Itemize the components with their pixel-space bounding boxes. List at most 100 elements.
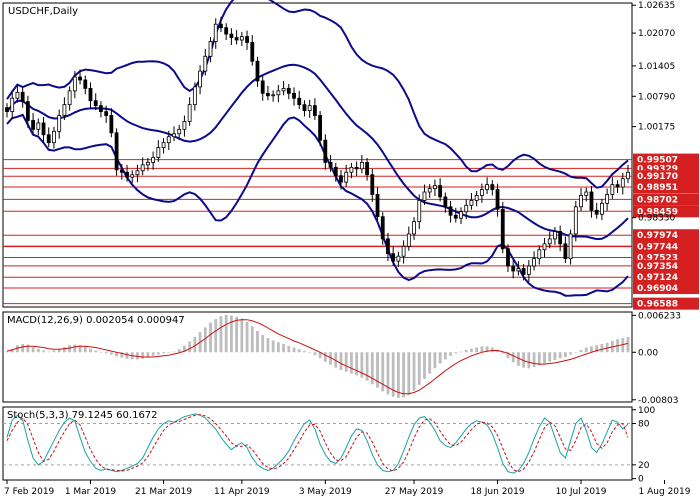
candle-body-5	[31, 120, 35, 130]
candle-body-57	[302, 104, 307, 111]
macd-bar-87	[459, 351, 463, 353]
candle-body-18	[99, 105, 103, 112]
candle-body-17	[93, 100, 98, 107]
macd-bar-16	[89, 348, 92, 353]
macd-bar-0	[5, 351, 9, 353]
macd-bar-23	[125, 352, 129, 359]
candle-body-54	[286, 87, 291, 94]
macd-bar-44	[235, 316, 239, 353]
candle-body-33	[177, 128, 182, 135]
candle-body-82	[433, 185, 437, 189]
candle-body-103	[542, 243, 547, 251]
candle-body-6	[36, 122, 41, 130]
candle-body-67	[354, 166, 359, 170]
macd-bar-20	[109, 352, 113, 355]
candle-body-83	[438, 185, 443, 198]
candle-body-61	[323, 139, 328, 163]
level-tag-10: 0.97354	[637, 262, 678, 272]
x-tick-label-5: 27 May 2019	[385, 487, 444, 497]
level-tag-4: 0.98951	[637, 183, 678, 193]
candle-body-63	[333, 166, 338, 177]
candle-body-106	[558, 231, 563, 245]
x-tick-label-6: 18 Jun 2019	[470, 487, 524, 497]
macd-bar-32	[172, 351, 176, 353]
candle-body-26	[140, 164, 145, 172]
candle-body-51	[271, 94, 276, 97]
macd-bar-81	[428, 352, 432, 374]
candle-body-94	[495, 189, 500, 210]
macd-bar-100	[527, 352, 531, 369]
candle-body-119	[626, 171, 630, 180]
candle-body-55	[292, 92, 296, 99]
macd-bar-31	[167, 352, 171, 353]
macd-bar-76	[402, 352, 406, 398]
candle-body-20	[109, 115, 114, 134]
candle-body-101	[532, 258, 536, 267]
macd-bar-109	[574, 352, 578, 353]
macd-bar-108	[569, 352, 572, 355]
macd-bar-103	[543, 352, 546, 364]
candle-body-85	[448, 206, 453, 216]
candle-body-19	[104, 111, 109, 116]
candle-body-49	[260, 80, 265, 94]
x-tick-label-3: 11 Apr 2019	[214, 487, 270, 497]
candle-body-89	[469, 200, 474, 206]
macd-bar-91	[480, 346, 484, 353]
candle-body-60	[318, 115, 323, 141]
candle-body-115	[605, 194, 610, 204]
level-tag-3: 0.99170	[637, 172, 678, 182]
candle-body-4	[25, 101, 30, 121]
candle-body-9	[52, 130, 56, 144]
macd-bar-105	[553, 352, 557, 360]
stoch-y-tick-2: 20	[638, 461, 650, 471]
candle-body-40	[213, 23, 218, 42]
macd-bar-30	[162, 352, 165, 354]
stoch-label: Stoch(5,3,3) 79.1245 60.1672	[7, 410, 158, 421]
candle-body-44	[234, 37, 239, 41]
level-tag-12: 0.96904	[637, 284, 678, 294]
usdchf-daily-chart: 0.977540.995070.993290.991700.989510.987…	[0, 0, 700, 500]
candle-body-111	[584, 191, 589, 196]
macd-bar-48	[256, 330, 259, 353]
candle-body-43	[229, 33, 234, 38]
macd-bar-19	[104, 352, 108, 354]
macd-y-tick-0: 0.006233	[638, 311, 681, 321]
candle-body-110	[579, 195, 583, 208]
main-y-tick-5: 0.98330	[638, 214, 675, 224]
candle-body-104	[547, 238, 552, 245]
macd-bar-86	[454, 352, 458, 354]
candle-body-21	[114, 132, 119, 171]
macd-bar-41	[219, 316, 223, 353]
candle-body-22	[119, 169, 124, 173]
candle-body-81	[427, 188, 432, 193]
macd-bar-55	[292, 347, 296, 353]
candle-body-2	[15, 91, 20, 99]
macd-bar-110	[579, 349, 583, 353]
macd-bar-53	[282, 343, 285, 353]
stoch-y-tick-1: 80	[638, 420, 650, 430]
main-y-tick-3: 1.00790	[638, 92, 675, 102]
candle-body-13	[72, 76, 77, 92]
candle-body-14	[78, 76, 82, 81]
candle-body-118	[620, 178, 625, 188]
macd-bar-47	[250, 326, 254, 353]
candle-body-91	[479, 189, 484, 196]
macd-bar-58	[308, 352, 312, 353]
macd-bar-7	[42, 350, 45, 353]
candle-body-114	[600, 202, 604, 215]
macd-bar-17	[94, 350, 98, 353]
candle-body-0	[5, 107, 9, 112]
candle-body-96	[506, 248, 510, 267]
candle-body-27	[145, 162, 150, 166]
macd-bar-39	[209, 322, 212, 353]
candle-body-117	[615, 184, 620, 188]
macd-bar-119	[626, 336, 630, 353]
candle-body-79	[417, 200, 422, 223]
candle-body-113	[594, 209, 599, 215]
candle-body-105	[553, 231, 557, 240]
candle-body-62	[328, 162, 333, 168]
macd-bar-80	[423, 352, 426, 379]
candle-body-34	[182, 121, 187, 130]
instrument-label: USDCHF,Daily	[8, 6, 78, 17]
macd-bar-6	[36, 348, 40, 353]
